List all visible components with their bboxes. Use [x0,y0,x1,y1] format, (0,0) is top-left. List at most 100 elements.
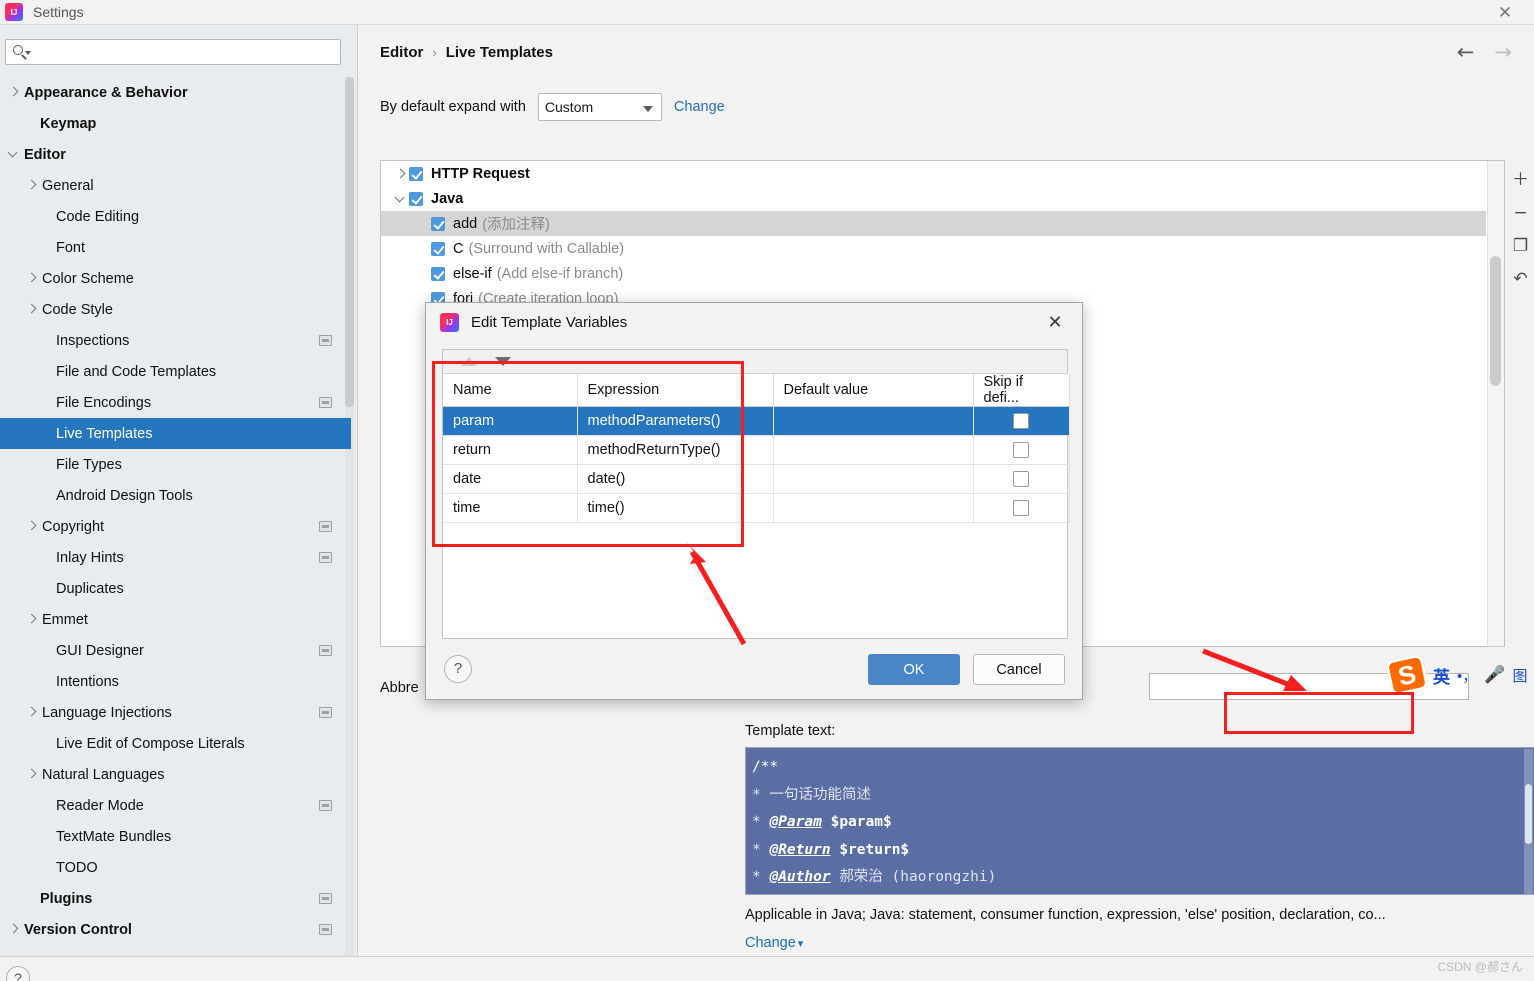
sidebar-item-plugins[interactable]: Plugins [0,883,351,914]
cell-expression[interactable]: methodParameters() [577,406,774,436]
sidebar-item-live-edit-of-compose-literals[interactable]: Live Edit of Compose Literals [0,728,351,759]
template-text-editor[interactable]: /** * 一句话功能简述 * @Param $param$ * @Return… [745,747,1534,895]
sidebar-item-keymap[interactable]: Keymap [0,108,351,139]
column-header[interactable]: Skip if defi... [973,374,1070,407]
sidebar-item-duplicates[interactable]: Duplicates [0,573,351,604]
chevron-down-icon[interactable] [7,148,21,162]
chevron-down-icon[interactable] [393,191,409,207]
sidebar-item-reader-mode[interactable]: Reader Mode [0,790,351,821]
templates-scrollbar-thumb[interactable] [1490,256,1501,386]
cell-skip-if-defined[interactable] [973,493,1070,523]
chevron-right-icon[interactable] [393,166,409,182]
chevron-right-icon[interactable] [25,520,39,534]
template-row[interactable]: add (添加注释) [381,211,1486,236]
sidebar-item-appearance-behavior[interactable]: Appearance & Behavior [0,77,351,108]
sidebar-item-textmate-bundles[interactable]: TextMate Bundles [0,821,351,852]
microphone-icon[interactable]: 🎤 [1484,665,1505,685]
sidebar-item-intentions[interactable]: Intentions [0,666,351,697]
skip-if-defined-checkbox[interactable] [1013,413,1029,429]
sidebar-item-general[interactable]: General [0,170,351,201]
minus-icon[interactable]: − [1511,203,1531,223]
cell-default-value[interactable] [773,493,974,523]
close-icon[interactable]: ✕ [1494,3,1516,23]
template-checkbox[interactable] [409,166,423,181]
close-icon[interactable]: ✕ [1044,312,1066,334]
ime-language-indicator[interactable]: 英 [1433,663,1450,688]
forward-arrow-icon[interactable]: → [1494,42,1512,63]
back-arrow-icon[interactable]: ← [1457,42,1475,63]
sidebar-item-inspections[interactable]: Inspections [0,325,351,356]
cell-skip-if-defined[interactable] [973,435,1070,465]
cell-default-value[interactable] [773,464,974,494]
cell-default-value[interactable] [773,435,974,465]
template-checkbox[interactable] [431,241,445,256]
sogou-logo-icon[interactable]: S [1384,653,1430,697]
template-row[interactable]: HTTP Request [381,161,1486,186]
table-row[interactable]: param methodParameters() [443,406,1070,436]
cell-expression[interactable]: date() [577,464,774,494]
chevron-right-icon[interactable] [25,768,39,782]
ime-punctuation-icon[interactable]: •， [1457,665,1477,686]
breadcrumb-parent[interactable]: Editor [380,44,423,61]
sidebar-item-inlay-hints[interactable]: Inlay Hints [0,542,351,573]
template-row[interactable]: C (Surround with Callable) [381,236,1486,261]
sidebar-item-emmet[interactable]: Emmet [0,604,351,635]
skip-if-defined-checkbox[interactable] [1013,442,1029,458]
sidebar-item-todo[interactable]: TODO [0,852,351,883]
column-header[interactable]: Name [443,374,578,407]
cell-name[interactable]: time [443,493,578,523]
cell-name[interactable]: return [443,435,578,465]
ime-extra-icon[interactable]: 图 [1512,665,1527,686]
dialog-cancel-button[interactable]: Cancel [973,654,1065,685]
copy-icon[interactable]: ❐ [1511,236,1531,256]
sidebar-item-natural-languages[interactable]: Natural Languages [0,759,351,790]
search-input[interactable] [32,41,340,63]
editor-scrollbar-thumb[interactable] [1525,784,1532,844]
chevron-right-icon[interactable] [25,272,39,286]
chevron-right-icon[interactable] [7,923,21,937]
column-header[interactable]: Default value [773,374,974,407]
chevron-right-icon[interactable] [25,706,39,720]
templates-scrollbar-track[interactable] [1487,161,1504,646]
template-checkbox[interactable] [431,216,445,231]
chevron-right-icon[interactable] [25,613,39,627]
table-row[interactable]: time time() [443,493,1070,523]
sidebar-item-version-control[interactable]: Version Control [0,914,351,945]
cell-expression[interactable]: time() [577,493,774,523]
sidebar-item-android-design-tools[interactable]: Android Design Tools [0,480,351,511]
sidebar-item-editor[interactable]: Editor [0,139,351,170]
chevron-right-icon[interactable] [25,179,39,193]
cell-default-value[interactable] [773,406,974,436]
cell-skip-if-defined[interactable] [973,464,1070,494]
move-up-icon[interactable] [461,357,477,366]
chevron-right-icon[interactable] [7,86,21,100]
skip-if-defined-checkbox[interactable] [1013,471,1029,487]
sidebar-item-live-templates[interactable]: Live Templates [0,418,351,449]
table-row[interactable]: return methodReturnType() [443,435,1070,465]
sidebar-item-code-editing[interactable]: Code Editing [0,201,351,232]
help-button[interactable]: ? [6,966,30,981]
skip-if-defined-checkbox[interactable] [1013,500,1029,516]
table-row[interactable]: date date() [443,464,1070,494]
change-context-link[interactable]: Change ▾ [745,935,803,951]
cell-expression[interactable]: methodReturnType() [577,435,774,465]
move-down-icon[interactable] [495,357,511,366]
dialog-help-button[interactable]: ? [444,655,472,683]
revert-icon[interactable]: ↶ [1511,269,1531,289]
dialog-ok-button[interactable]: OK [868,654,960,685]
sidebar-item-gui-designer[interactable]: GUI Designer [0,635,351,666]
template-checkbox[interactable] [409,191,423,206]
sidebar-item-file-encodings[interactable]: File Encodings [0,387,351,418]
sidebar-item-file-types[interactable]: File Types [0,449,351,480]
template-checkbox[interactable] [431,266,445,281]
sidebar-item-color-scheme[interactable]: Color Scheme [0,263,351,294]
sidebar-item-language-injections[interactable]: Language Injections [0,697,351,728]
sidebar-item-code-style[interactable]: Code Style [0,294,351,325]
sidebar-item-font[interactable]: Font [0,232,351,263]
template-row[interactable]: Java [381,186,1486,211]
cell-skip-if-defined[interactable] [973,406,1070,436]
search-box[interactable] [5,39,341,65]
column-header[interactable]: Expression [577,374,774,407]
sidebar-item-file-and-code-templates[interactable]: File and Code Templates [0,356,351,387]
template-row[interactable]: else-if (Add else-if branch) [381,261,1486,286]
